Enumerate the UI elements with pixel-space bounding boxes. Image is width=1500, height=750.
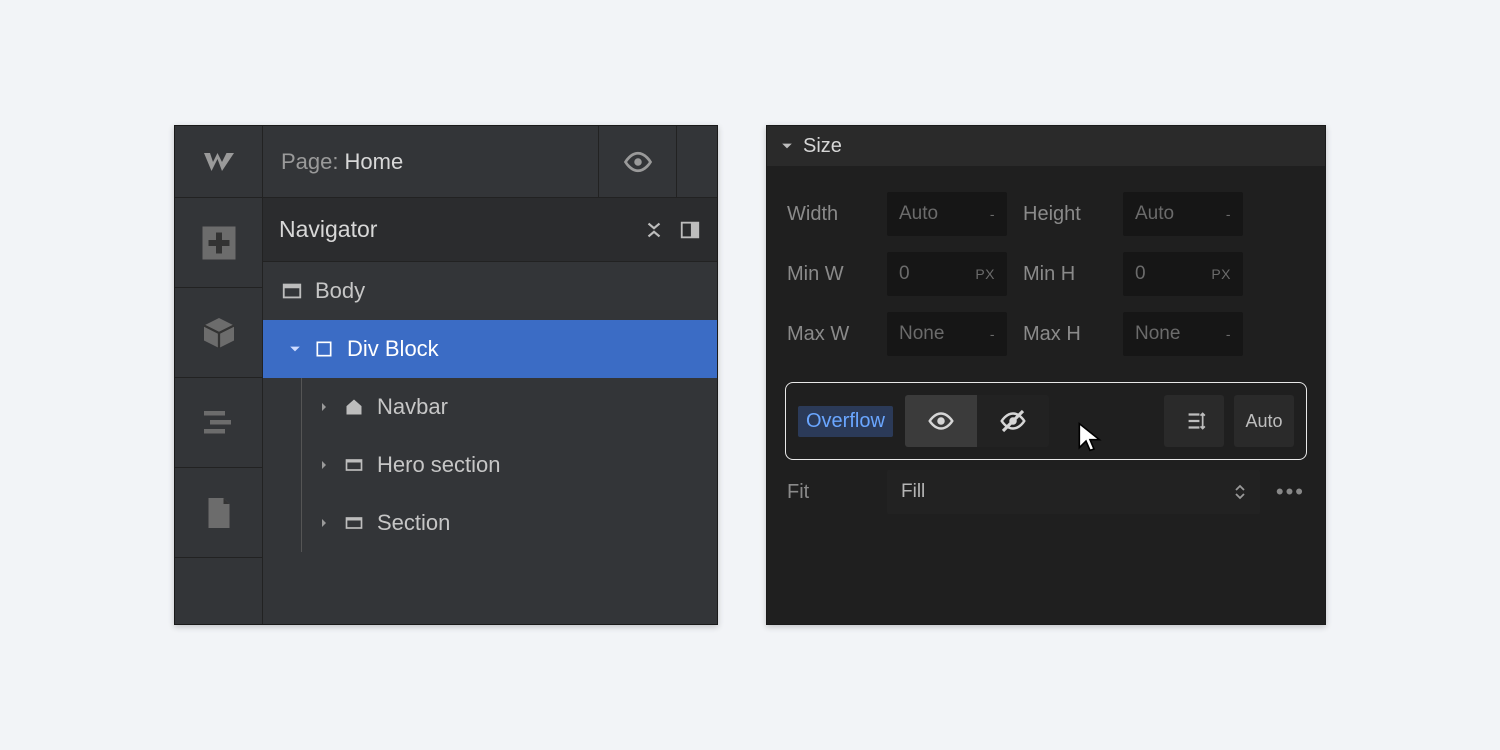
plus-icon (201, 225, 237, 261)
overflow-hidden-option[interactable] (977, 395, 1049, 447)
width-label: Width (787, 203, 871, 226)
max-width-label: Max W (787, 323, 871, 346)
fit-label: Fit (787, 481, 871, 504)
tree-item-body[interactable]: Body (263, 262, 717, 320)
chevron-down-icon (781, 135, 793, 158)
more-options-button[interactable]: ••• (1276, 479, 1305, 505)
width-unit: - (990, 206, 995, 222)
navigator-header: Navigator (263, 198, 717, 262)
home-icon (341, 397, 367, 417)
eye-icon (623, 147, 653, 177)
max-width-value: None (899, 323, 944, 345)
add-element-button[interactable] (175, 198, 262, 288)
topbar-end (677, 126, 717, 197)
panel-dock-button[interactable] (679, 219, 701, 241)
section-icon (341, 455, 367, 475)
overflow-visible-option[interactable] (905, 395, 977, 447)
chevron-right-icon (319, 402, 333, 412)
pages-button[interactable] (175, 468, 262, 558)
navigator-panel: Page: Home (174, 125, 718, 625)
cursor-icon (1074, 421, 1106, 453)
page-icon (201, 495, 237, 531)
min-width-unit: PX (975, 266, 995, 282)
max-height-value: None (1135, 323, 1180, 345)
eye-icon (926, 406, 956, 436)
collapse-all-button[interactable] (643, 219, 665, 241)
height-label: Height (1023, 203, 1107, 226)
min-width-value: 0 (899, 263, 910, 285)
list-icon (201, 405, 237, 441)
height-value: Auto (1135, 203, 1174, 225)
preview-button[interactable] (599, 126, 677, 197)
updown-icon (1234, 484, 1246, 500)
tree-guide-line (301, 494, 302, 552)
min-height-value: 0 (1135, 263, 1146, 285)
size-grid: Width Auto - Height Auto - Min W 0 PX Mi… (767, 166, 1325, 374)
tree-item-hero-section[interactable]: Hero section (263, 436, 717, 494)
size-title: Size (803, 135, 842, 158)
left-tool-rail (175, 198, 263, 624)
scroll-icon (1181, 408, 1207, 434)
tree-item-section[interactable]: Section (263, 494, 717, 552)
max-width-unit: - (990, 326, 995, 342)
style-size-panel: Size Width Auto - Height Auto - Min W 0 … (766, 125, 1326, 625)
tree-label: Section (377, 510, 450, 536)
min-height-label: Min H (1023, 263, 1107, 286)
min-height-unit: PX (1211, 266, 1231, 282)
auto-label: Auto (1245, 411, 1282, 432)
eye-off-icon (998, 406, 1028, 436)
tree-item-div-block[interactable]: Div Block (263, 320, 717, 378)
navigator-area: Navigator (263, 198, 717, 624)
tree-guide-line (301, 378, 302, 436)
element-tree: Body Div Block (263, 262, 717, 624)
max-height-label: Max H (1023, 323, 1107, 346)
fit-value: Fill (901, 481, 925, 503)
topbar: Page: Home (175, 126, 717, 198)
height-input[interactable]: Auto - (1123, 192, 1243, 236)
height-unit: - (1226, 206, 1231, 222)
fit-select[interactable]: Fill (887, 470, 1260, 514)
overflow-auto-option[interactable]: Auto (1234, 395, 1294, 447)
page-prefix-label: Page: (281, 149, 339, 175)
chevron-right-icon (319, 460, 333, 470)
tree-guide-line (301, 436, 302, 494)
width-input[interactable]: Auto - (887, 192, 1007, 236)
width-value: Auto (899, 203, 938, 225)
min-width-label: Min W (787, 263, 871, 286)
chevron-down-icon (289, 343, 303, 355)
tree-label: Navbar (377, 394, 448, 420)
min-height-input[interactable]: 0 PX (1123, 252, 1243, 296)
tree-label: Hero section (377, 452, 501, 478)
overflow-segmented-control (905, 395, 1049, 447)
chevron-right-icon (319, 518, 333, 528)
overflow-control-row: Overflow (785, 382, 1307, 460)
navigator-title: Navigator (279, 216, 377, 243)
fit-row: Fit Fill ••• (767, 470, 1325, 526)
cube-icon (201, 315, 237, 351)
div-icon (311, 339, 337, 359)
tree-item-navbar[interactable]: Navbar (263, 378, 717, 436)
webflow-logo[interactable] (175, 126, 263, 197)
section-icon (341, 513, 367, 533)
window-icon (279, 280, 305, 302)
tree-label: Body (315, 278, 365, 304)
max-height-input[interactable]: None - (1123, 312, 1243, 356)
page-selector[interactable]: Page: Home (263, 126, 599, 197)
max-width-input[interactable]: None - (887, 312, 1007, 356)
collapse-icon (643, 219, 665, 241)
min-width-input[interactable]: 0 PX (887, 252, 1007, 296)
cms-button[interactable] (175, 288, 262, 378)
webflow-logo-icon (201, 144, 237, 180)
page-name: Home (345, 149, 404, 175)
tree-label: Div Block (347, 336, 439, 362)
overflow-scroll-option[interactable] (1164, 395, 1224, 447)
panel-icon (679, 219, 701, 241)
size-section-header[interactable]: Size (767, 126, 1325, 166)
navigator-tab-button[interactable] (175, 378, 262, 468)
overflow-label: Overflow (798, 406, 893, 437)
max-height-unit: - (1226, 326, 1231, 342)
